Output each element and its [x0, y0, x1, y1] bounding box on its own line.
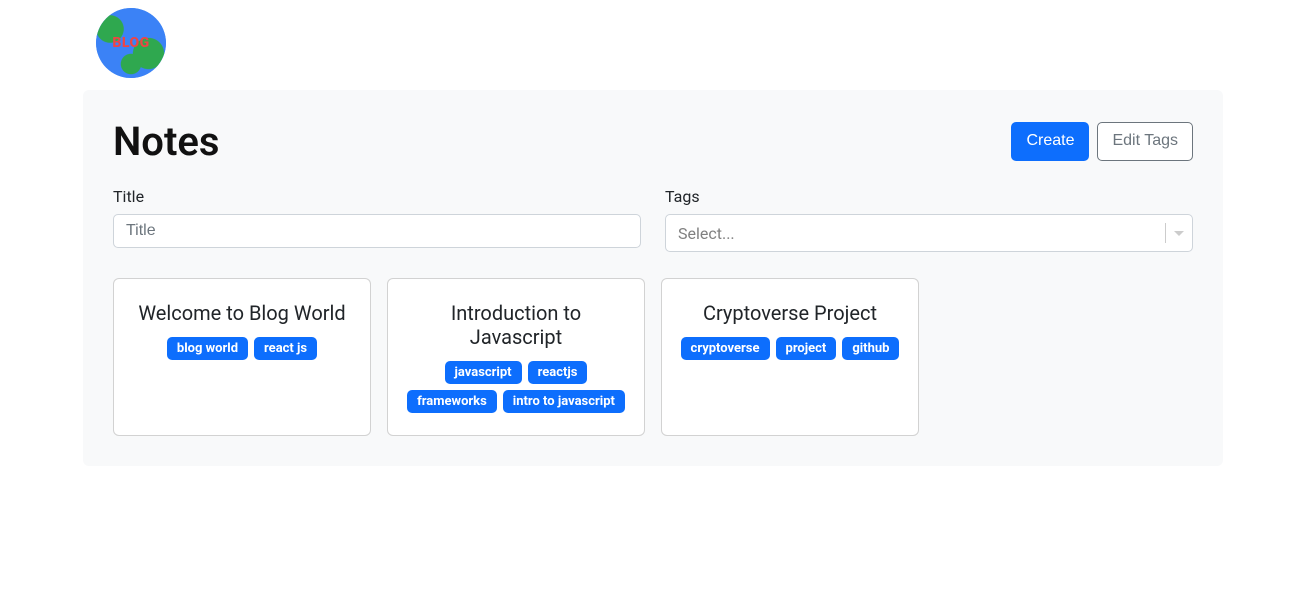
chevron-down-icon: [1174, 231, 1184, 236]
tag-badge: frameworks: [407, 390, 497, 413]
logo-icon: BLOG: [96, 8, 166, 78]
tags-label: Tags: [665, 187, 1193, 206]
tags-select-placeholder: Select...: [678, 224, 735, 243]
page-title: Notes: [113, 118, 219, 165]
note-card-title: Welcome to Blog World: [130, 301, 354, 325]
header-row: Notes Create Edit Tags: [113, 118, 1193, 165]
note-card-tags: cryptoverse projectgithub: [678, 337, 902, 360]
tag-badge: cryptoverse: [681, 337, 770, 360]
logo-text: BLOG: [112, 36, 149, 50]
main-container: Notes Create Edit Tags Title Tags Select…: [83, 90, 1223, 466]
filter-row: Title Tags Select...: [113, 187, 1193, 252]
logo-link[interactable]: BLOG: [96, 32, 166, 51]
edit-tags-button[interactable]: Edit Tags: [1097, 122, 1193, 160]
note-card[interactable]: Introduction to Javascript javascript reac…: [387, 278, 645, 436]
tag-badge: blog world: [167, 337, 248, 360]
select-separator: [1165, 223, 1166, 243]
tags-select[interactable]: Select...: [665, 214, 1193, 252]
header-actions: Create Edit Tags: [1011, 122, 1193, 160]
title-label: Title: [113, 187, 641, 206]
title-input[interactable]: [113, 214, 641, 248]
note-card-tags: blog world react js: [130, 337, 354, 360]
title-filter: Title: [113, 187, 641, 252]
tag-badge: react js: [254, 337, 317, 360]
tag-badge: javascript: [445, 361, 522, 384]
tag-badge: reactjs: [528, 361, 588, 384]
tags-select-indicators: [1157, 223, 1184, 243]
tag-badge: github: [842, 337, 899, 360]
note-card-title: Cryptoverse Project: [678, 301, 902, 325]
tag-badge: intro to javascript: [503, 390, 625, 413]
note-card[interactable]: Cryptoverse Project cryptoverse projectgit…: [661, 278, 919, 436]
note-card-title: Introduction to Javascript: [404, 301, 628, 349]
tag-badge: project: [776, 337, 837, 360]
notes-grid: Welcome to Blog World blog world react js I…: [113, 278, 1193, 436]
note-card-tags: javascript reactjs frameworks intro to java…: [404, 361, 628, 413]
create-button[interactable]: Create: [1011, 122, 1089, 160]
note-card[interactable]: Welcome to Blog World blog world react js: [113, 278, 371, 436]
tags-filter: Tags Select...: [665, 187, 1193, 252]
